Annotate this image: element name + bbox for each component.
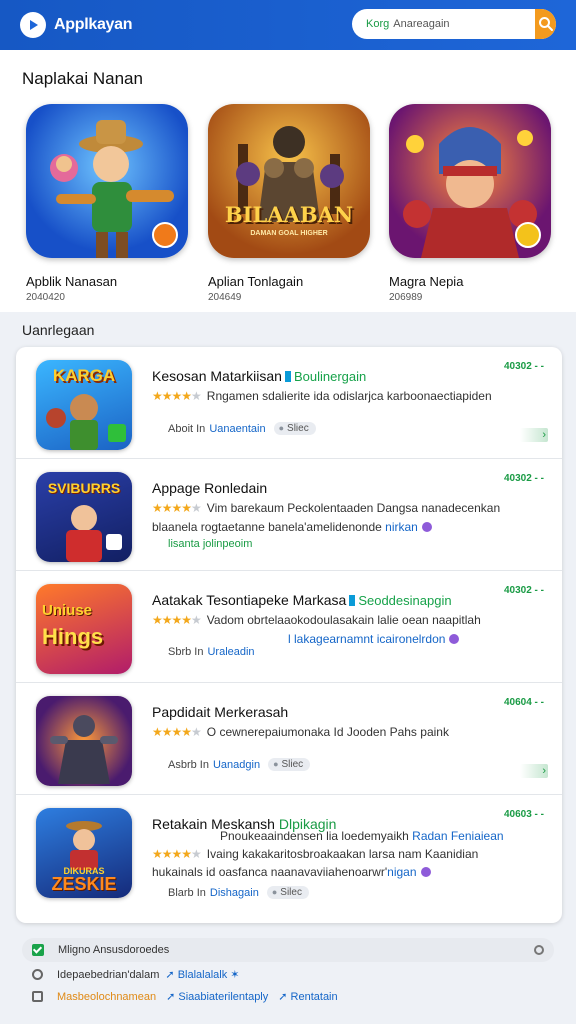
footer-line-3: Masbeolochnamean ➚ Siaabiaterilentaply ➚…: [32, 990, 562, 1003]
search-input[interactable]: [389, 9, 536, 39]
app-meta: Blarb InDishagainSilec: [168, 886, 309, 899]
app-meta: Asbrb InUanadginSliec: [168, 758, 311, 771]
featured-card[interactable]: BILAABAN DAMAN GOAL HIGHER Aplian Tonlag…: [208, 104, 372, 303]
app-size: 40604: [504, 697, 544, 708]
app-name: Kesosan Matarkiisan Boulinergain: [152, 368, 367, 384]
icon-subtitle: Uniuse: [42, 602, 93, 619]
search-icon: [538, 17, 553, 31]
bilaaban-warrior-art-icon[interactable]: BILAABAN DAMAN GOAL HIGHER: [208, 104, 370, 258]
app-meta: Aboit InUanaentainSliec: [168, 422, 316, 435]
app-description-2: l lakagearnamnt icaironelrdon: [288, 632, 460, 646]
app-icon[interactable]: KARGA: [36, 360, 132, 450]
footer-text: Mligno Ansusdoroedes: [58, 944, 170, 956]
app-description: ★★★★★ Ivaing kakakaritosbroakaakan larsa …: [152, 847, 479, 861]
dot-icon: [420, 867, 431, 877]
list-item[interactable]: KARGA Kesosan Matarkiisan Boulinergain ★★…: [16, 347, 562, 459]
app-size: 40302: [504, 585, 544, 596]
circle-icon: [32, 969, 43, 980]
footer-line-2: Idepaebedrian'dalam ➚ Blalalalalk ✶: [32, 968, 562, 981]
featured-sub: 204649: [208, 292, 242, 303]
developer-link[interactable]: Uraleadin: [207, 646, 254, 658]
app-name: Papdidait Merkerasah: [152, 704, 289, 720]
developer-link[interactable]: Uanaentain: [209, 423, 265, 435]
app-size: 40302: [504, 473, 544, 484]
cowboy-hero-art-icon[interactable]: [26, 104, 188, 258]
icon-title: Hings: [42, 624, 104, 649]
details-link[interactable]: l lakagearnamnt icaironelrdon: [288, 632, 445, 646]
dot-icon: [449, 634, 460, 644]
rating-stars: ★★★★★: [152, 613, 202, 627]
recommended-title: Uanrlegaan: [22, 322, 95, 338]
developer-link[interactable]: Uanadgin: [213, 759, 260, 771]
featured-name: Apblik Nanasan: [26, 274, 118, 289]
app-name: Applkayan: [54, 16, 133, 33]
chevron-right-icon[interactable]: ›: [520, 428, 548, 442]
details-link[interactable]: Radan Feniaiean: [412, 829, 503, 843]
recommended-list: KARGA Kesosan Matarkiisan Boulinergain ★★…: [16, 347, 562, 923]
publisher-link[interactable]: lisanta jolinpeoim: [168, 538, 252, 550]
footer-link[interactable]: ➚ Rentatain: [278, 990, 337, 1003]
top-app-bar: Applkayan Korg: [0, 0, 576, 50]
art-title: BILAABAN: [224, 202, 354, 227]
search-prefix: Korg: [366, 18, 390, 30]
search-box[interactable]: Korg: [352, 9, 556, 39]
search-button[interactable]: [535, 9, 556, 39]
rating-stars: ★★★★★: [152, 847, 202, 861]
refresh-icon[interactable]: [534, 945, 544, 955]
app-size: 40603: [504, 809, 544, 820]
app-description-2: blaanela rogtaetanne banela'amelidenonde…: [152, 520, 432, 534]
app-description-top: Pnoukeaaindensen lia loedemyaikh Radan F…: [220, 829, 504, 843]
app-description-2: hukainals id oasfanca naanavaviiahenoarw…: [152, 865, 431, 879]
size-pill: Sliec: [273, 422, 316, 435]
app-description: ★★★★★ Vadom obrtelaaokodoulasakain lalie …: [152, 613, 481, 627]
size-pill: Sliec: [268, 758, 311, 771]
featured-sub: 2040420: [26, 292, 65, 303]
app-tag: Boulinergain: [285, 369, 366, 384]
developer-link[interactable]: Dishagain: [210, 887, 259, 899]
footer-line-1[interactable]: Mligno Ansusdoroedes: [32, 944, 544, 956]
featured-name: Magra Nepia: [389, 274, 464, 289]
featured-section: Naplakai Nanan Apblik Nanasan 2040420 BI…: [0, 50, 576, 312]
square-icon: [32, 991, 43, 1002]
footer-link[interactable]: ➚ Siaabiaterilentaply: [166, 990, 268, 1003]
app-icon[interactable]: DIKURAS ZESKIE: [36, 808, 132, 898]
featured-card[interactable]: Magra Nepia 206989: [389, 104, 553, 303]
app-size: 40302: [504, 361, 544, 372]
app-meta: lisanta jolinpeoim: [168, 538, 252, 550]
size-pill: Silec: [266, 886, 309, 899]
play-logo-icon[interactable]: [20, 12, 46, 38]
app-icon[interactable]: [36, 696, 132, 786]
footer-text: Idepaebedrian'dalam: [57, 968, 160, 981]
featured-sub: 206989: [389, 292, 423, 303]
rating-stars: ★★★★★: [152, 389, 202, 403]
checkbox-icon[interactable]: [32, 944, 44, 956]
details-link[interactable]: nigan: [387, 865, 416, 879]
list-item[interactable]: SVIBURRS Appage Ronledain ★★★★★ Vim barek…: [16, 459, 562, 571]
list-item[interactable]: Papdidait Merkerasah ★★★★★ O cewnerepaium…: [16, 683, 562, 795]
app-meta: Sbrb In Uraleadin: [168, 646, 255, 658]
app-name: Aatakak Tesontiapeke Markasa Seoddesinapg…: [152, 592, 452, 608]
rating-stars: ★★★★★: [152, 725, 202, 739]
list-item[interactable]: DIKURAS ZESKIE Retakain Meskansh Dlpikag…: [16, 795, 562, 923]
app-tag: Seoddesinapgin: [349, 593, 451, 608]
featured-name: Aplian Tonlagain: [208, 274, 304, 289]
list-item[interactable]: Uniuse Hings Aatakak Tesontiapeke Markas…: [16, 571, 562, 683]
dot-icon: [421, 522, 432, 532]
footer-link[interactable]: ➚ Blalalalalk ✶: [165, 968, 239, 981]
footer-text: Masbeolochnamean: [57, 990, 157, 1003]
art-subtitle: DAMAN GOAL HIGHER: [250, 230, 328, 237]
featured-card[interactable]: Apblik Nanasan 2040420: [26, 104, 190, 303]
details-link[interactable]: nirkan: [385, 520, 418, 534]
knight-helmet-art-icon[interactable]: [389, 104, 551, 258]
featured-title: Naplakai Nanan: [22, 69, 143, 88]
app-icon[interactable]: SVIBURRS: [36, 472, 132, 562]
app-description: ★★★★★ O cewnerepaiumonaka Id Jooden Pahs …: [152, 725, 449, 739]
chevron-right-icon[interactable]: ›: [520, 764, 548, 778]
app-name: Appage Ronledain: [152, 480, 268, 496]
app-description: ★★★★★ Rngamen sdalierite ida odislarjca k…: [152, 389, 492, 403]
app-description: ★★★★★ Vim barekaum Peckolentaaden Dangsa …: [152, 501, 501, 515]
rating-stars: ★★★★★: [152, 501, 202, 515]
icon-title: ZESKIE: [51, 874, 117, 894]
app-icon[interactable]: Uniuse Hings: [36, 584, 132, 674]
